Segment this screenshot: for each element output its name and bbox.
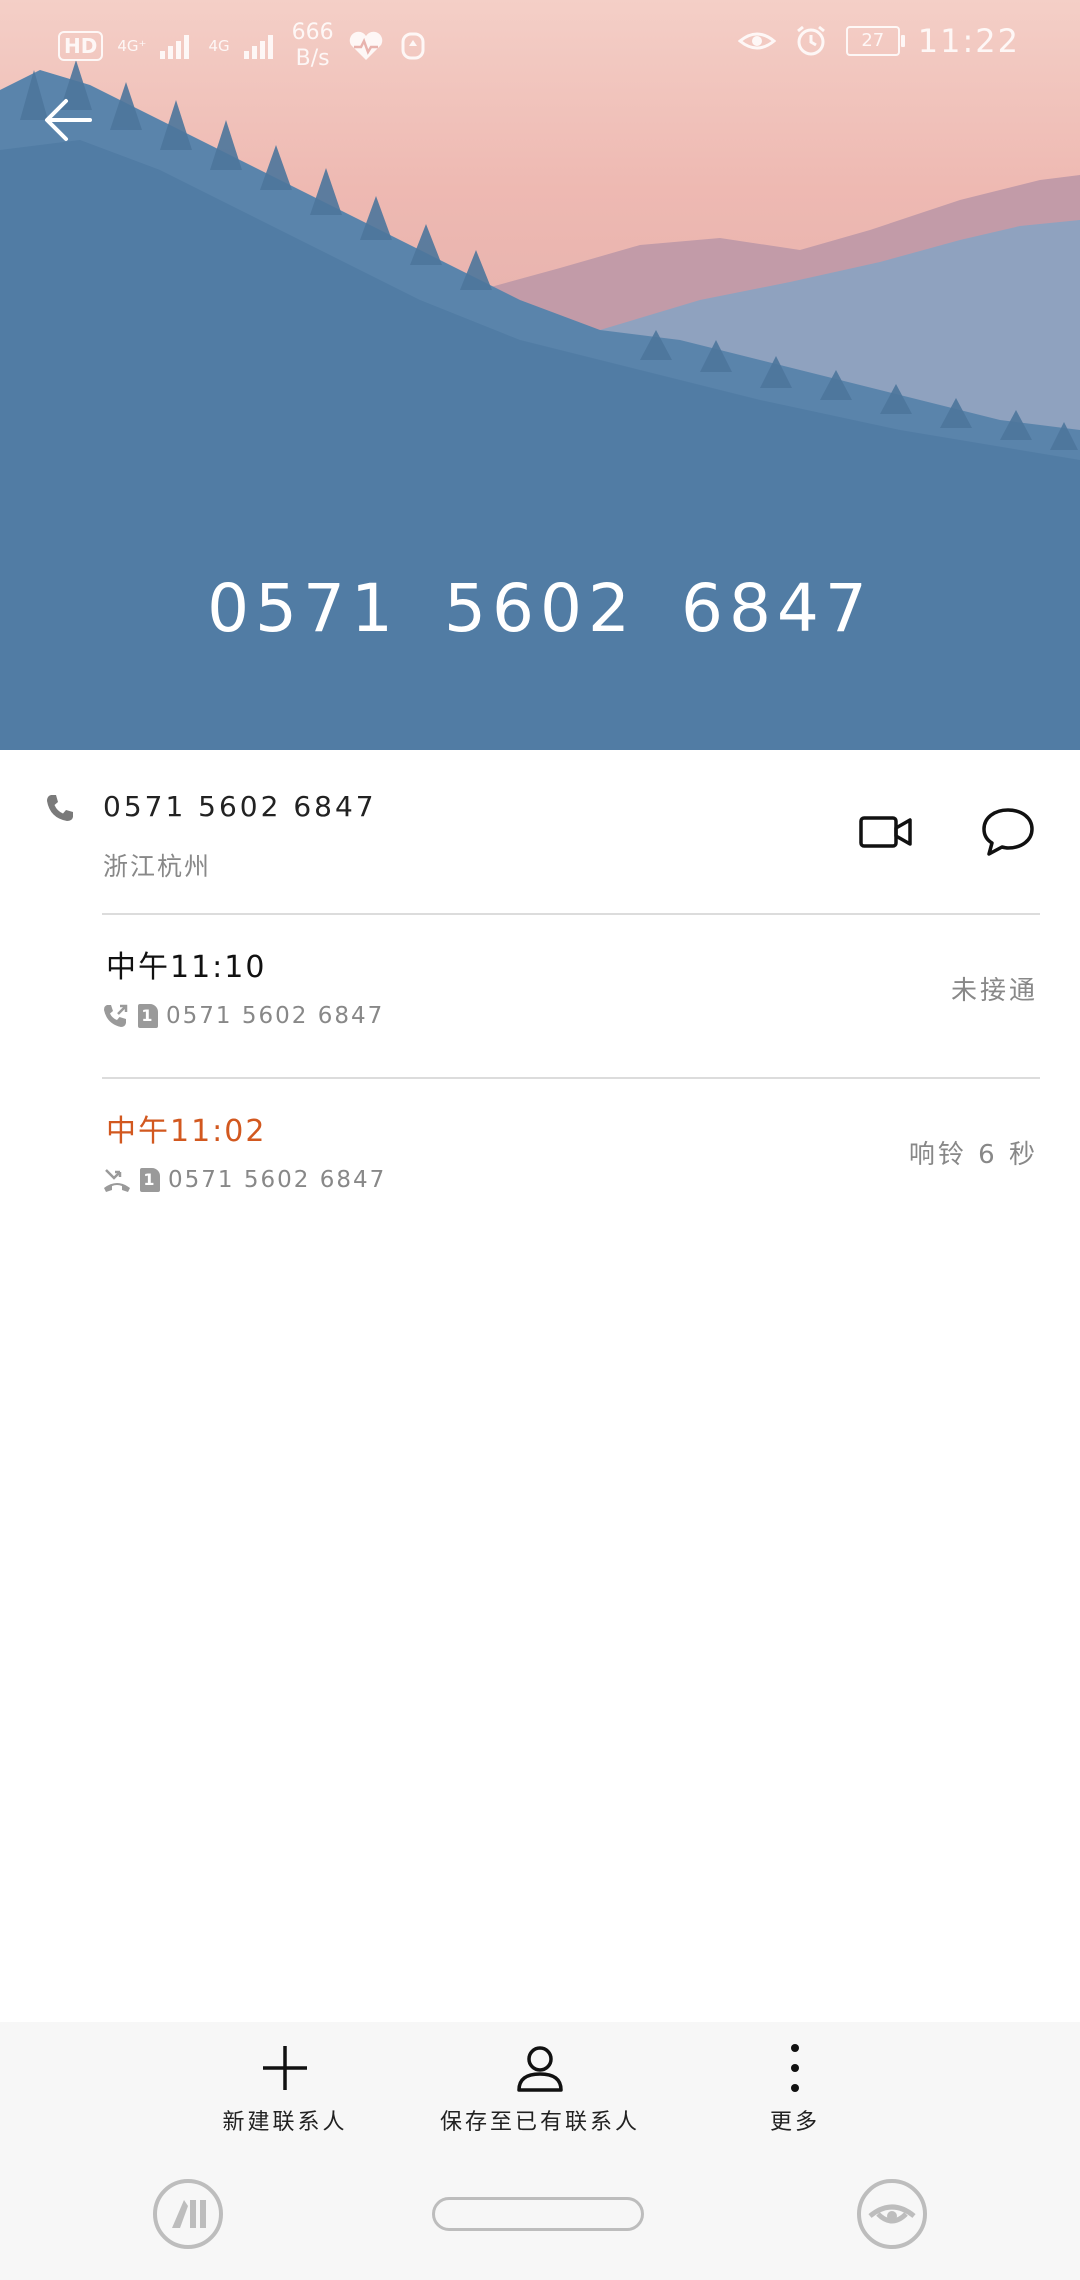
call-number: 0571 5602 6847 (168, 1167, 387, 1193)
save-to-existing-label: 保存至已有联系人 (439, 2110, 640, 2135)
divider (102, 1077, 1040, 1079)
outgoing-call-icon (104, 1004, 128, 1027)
call-status: 响铃 6 秒 (908, 1140, 1038, 1170)
call-details: 1 0571 5602 6847 (102, 1002, 384, 1030)
sim-card-icon: 1 (138, 1004, 158, 1028)
eye-comfort-icon (737, 32, 776, 50)
network-4g-plus-label: 4G⁺ (117, 37, 147, 55)
call-log-item[interactable]: 中午11:10 1 0571 5602 6847 未接通 (0, 920, 1080, 1080)
new-contact-button[interactable]: 新建联系人 (215, 2042, 355, 2136)
call-time: 中午11:02 (106, 1114, 267, 1149)
phone-number-row[interactable]: 0571 5602 6847 浙江杭州 (0, 750, 1080, 915)
more-button[interactable]: 更多 (750, 2042, 840, 2136)
call-status: 未接通 (950, 976, 1038, 1006)
call-details: 1 0571 5602 6847 (102, 1166, 386, 1194)
message-icon[interactable] (980, 804, 1036, 860)
more-vertical-icon (791, 2044, 799, 2092)
header-phone-number: 0571 5602 6847 (207, 570, 873, 647)
new-contact-label: 新建联系人 (222, 2110, 348, 2135)
contact-phone-number: 0571 5602 6847 (103, 790, 377, 823)
divider (102, 913, 1040, 915)
battery-icon: 27 (845, 26, 905, 56)
signal-icon (160, 35, 190, 59)
phone-icon (47, 795, 73, 821)
save-to-existing-contact-button[interactable]: 保存至已有联系人 (430, 2042, 650, 2136)
person-icon (517, 2046, 563, 2092)
back-arrow-icon[interactable] (40, 90, 100, 150)
video-call-icon[interactable] (858, 810, 914, 854)
call-time: 中午11:10 (106, 950, 267, 985)
network-4g-label: 4G (208, 37, 230, 55)
sim-card-icon: 1 (140, 1168, 160, 1192)
home-gesture-bar[interactable] (432, 2197, 644, 2231)
app-assistant-icon[interactable] (152, 2178, 224, 2250)
contact-location: 浙江杭州 (103, 852, 212, 881)
hd-icon: HD (58, 31, 104, 61)
navigation-bar (0, 2160, 1080, 2280)
call-log-item[interactable]: 中午11:02 1 0571 5602 6847 响铃 6 秒 (0, 1084, 1080, 1244)
signal-icon-2 (243, 35, 273, 59)
contact-header: HD 4G⁺ 4G 666 B/s 27 11:22 0571 5602 684… (0, 0, 1080, 750)
eye-protection-nav-icon[interactable] (856, 2178, 928, 2250)
status-time: 11:22 (917, 22, 1020, 60)
health-heart-icon (349, 31, 382, 60)
plus-icon (263, 2046, 307, 2090)
more-label: 更多 (769, 2110, 820, 2135)
network-speed: 666 B/s (291, 20, 334, 71)
missed-call-icon (104, 1169, 130, 1192)
notification-icon (401, 32, 425, 60)
alarm-icon (796, 25, 825, 56)
call-number: 0571 5602 6847 (166, 1003, 385, 1029)
status-bar: HD 4G⁺ 4G 666 B/s 27 11:22 (0, 0, 1080, 92)
